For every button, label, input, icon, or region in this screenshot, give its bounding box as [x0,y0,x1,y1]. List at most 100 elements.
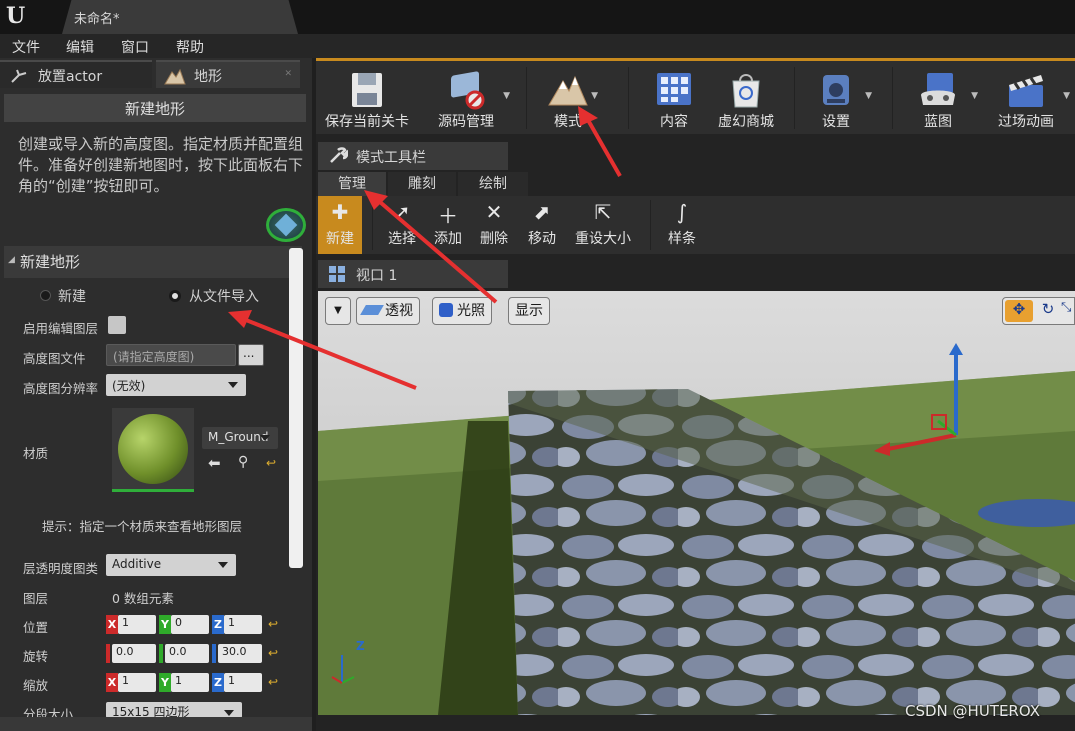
rotation-x-axis [106,644,110,663]
reset-arrow-icon[interactable]: ↩ [266,456,276,470]
cinematics-dropdown-icon[interactable]: ▼ [1063,91,1070,101]
main-toolbar: 保存当前关卡 源码管理 ▼ 模式 ▼ 内容 虚幻商城 设置 ▼ 蓝图 ▼ 过场动… [316,58,1075,134]
rotation-y-field[interactable]: 0.0 [165,644,209,663]
toolbar-separator [892,67,893,129]
gear-icon [823,75,849,105]
tab-place-actor-label: 放置actor [38,69,103,85]
section-size-select[interactable]: 15x15 四边形 [106,702,242,718]
material-hint: 提示：指定一个材质来查看地形图层 [42,519,243,534]
radio-import-from-file[interactable] [169,290,181,302]
save-level-button[interactable]: 保存当前关卡 [320,61,414,137]
location-reset-icon[interactable]: ↩ [268,617,278,631]
tool-spline-label: 样条 [668,231,696,247]
tools-separator [650,200,651,250]
tab-manage[interactable]: 管理 [318,172,386,196]
settings-button[interactable]: 设置 ▼ [800,61,872,137]
tool-add[interactable]: ＋ 添加 [428,196,468,254]
tool-new[interactable]: ✚ 新建 [318,196,362,254]
tab-place-actor[interactable]: 放置actor [0,60,152,88]
menu-file[interactable]: 文件 [12,37,40,57]
material-select[interactable]: M_Ground [202,427,278,449]
marketplace-button[interactable]: 虚幻商城 [710,61,782,137]
browse-button[interactable]: ... [238,344,264,366]
wrench-icon [330,147,348,163]
options-dropdown-icon: ▼ [334,305,342,316]
content-button[interactable]: 内容 [638,61,710,137]
menu-window[interactable]: 窗口 [121,37,149,57]
show-button[interactable]: 显示 [508,297,550,325]
close-modes-toolbar-icon[interactable]: ✕ [356,150,498,160]
toolbar-separator [628,67,629,129]
location-z-field[interactable]: 1 [224,615,262,634]
select-cursor-icon: ➚ [393,200,411,224]
rotation-z-field[interactable]: 30.0 [218,644,262,663]
scale-x-field[interactable]: 1 [118,673,156,692]
modes-button[interactable]: 模式 ▼ [532,61,604,137]
scale-reset-icon[interactable]: ↩ [268,675,278,689]
tool-spline[interactable]: ∫ 样条 [660,196,704,254]
tab-sculpt[interactable]: 雕刻 [388,172,456,196]
close-tab-icon[interactable]: ✕ [284,69,292,79]
layer-blend-select[interactable]: Additive [106,554,236,576]
blueprints-button[interactable]: 蓝图 ▼ [898,61,978,137]
spline-icon: ∫ [676,200,688,224]
scale-z-field[interactable]: 1 [224,673,262,692]
settings-dropdown-icon[interactable]: ▼ [865,91,872,101]
collapse-arrow-icon: ◢ [8,255,15,265]
modes-dropdown-icon[interactable]: ▼ [591,91,598,101]
content-label: 内容 [660,114,688,130]
tool-new-label: 新建 [326,231,354,247]
perspective-icon [360,305,384,315]
use-selected-arrow-icon[interactable]: ⬅ [208,454,221,472]
tools-separator [372,200,373,250]
enable-layers-checkbox[interactable] [108,316,126,334]
heightmap-resolution-select[interactable]: (无效) [106,374,246,396]
cube-icon [274,213,298,237]
heightmap-resolution-label: 高度图分辨率 [23,381,99,396]
tab-landscape[interactable]: 地形 ✕ [156,60,300,88]
new-landscape-header-label: 新建地形 [124,100,185,118]
location-y-field[interactable]: 0 [171,615,209,634]
scale-tool-icon[interactable]: ⤡ [1061,300,1075,322]
source-dropdown-icon[interactable]: ▼ [503,91,510,101]
new-landscape-section[interactable]: ◢ 新建地形 [4,246,302,278]
menu-edit[interactable]: 编辑 [66,37,94,57]
rotate-tool-icon[interactable]: ↻ [1037,300,1059,322]
show-label: 显示 [515,303,543,319]
tool-delete[interactable]: ✕ 删除 [474,196,514,254]
tool-resize[interactable]: ⇱ 重设大小 [570,196,636,254]
create-landscape-button[interactable] [266,208,306,242]
transform-tools: ✥ ↻ ⤡ [1002,297,1075,325]
scale-y-field[interactable]: 1 [171,673,209,692]
radio-new[interactable] [40,290,51,301]
viewport-options-button[interactable]: ▼ [325,297,351,325]
perspective-button[interactable]: 透视 [356,297,420,325]
rotation-reset-icon[interactable]: ↩ [268,646,278,660]
material-label: 材质 [23,446,49,461]
watermark: CSDN @HUTEROX [905,702,1040,720]
viewport-3d[interactable]: Z ▼ 透视 光照 显示 ✥ ↻ ⤡ [318,291,1075,715]
close-viewport-icon[interactable]: ✕ [356,268,498,278]
browse-search-icon[interactable]: ⚲ [238,454,248,470]
document-tab[interactable]: 未命名* [62,0,298,34]
material-thumbnail[interactable] [112,408,194,492]
location-x-field[interactable]: 1 [118,615,156,634]
modes-toolbar-tab[interactable]: 模式工具栏 ✕ [318,142,508,170]
enable-layers-label: 启用编辑图层 [23,321,99,336]
add-plus-icon: ＋ [438,204,458,228]
viewport-scene[interactable] [318,291,1075,715]
source-control-button[interactable]: 源码管理 ▼ [420,61,512,137]
tool-select[interactable]: ➚ 选择 [382,196,422,254]
heightmap-file-input[interactable]: (请指定高度图) [106,344,236,366]
tool-move[interactable]: ⬈ 移动 [520,196,564,254]
radio-import-label: 从文件导入 [189,289,259,305]
menu-help[interactable]: 帮助 [176,37,204,57]
panel-scrollbar[interactable] [289,248,303,568]
viewport-tab[interactable]: 视口 1 ✕ [318,260,508,288]
blueprints-dropdown-icon[interactable]: ▼ [971,91,978,101]
translate-tool-icon[interactable]: ✥ [1005,300,1033,322]
rotation-x-field[interactable]: 0.0 [112,644,156,663]
tab-paint[interactable]: 绘制 [458,172,528,196]
cinematics-button[interactable]: 过场动画 ▼ [986,61,1070,137]
lit-button[interactable]: 光照 [432,297,492,325]
